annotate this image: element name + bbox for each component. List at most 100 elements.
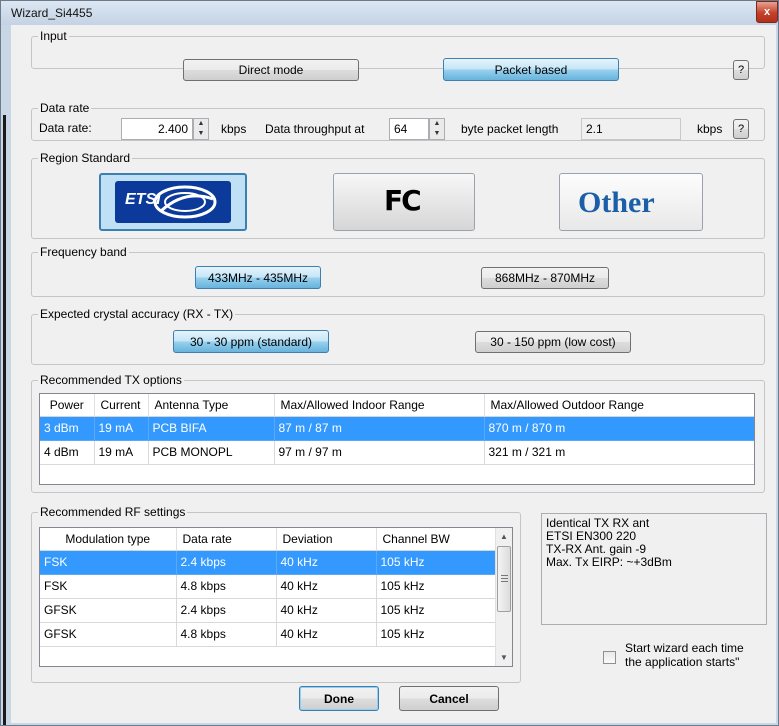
etsi-logo-icon	[115, 181, 231, 223]
close-button[interactable]: x	[756, 1, 778, 23]
rf-settings-legend: Recommended RF settings	[40, 505, 186, 519]
start-wizard-checkbox[interactable]	[603, 651, 616, 664]
table-cell: GFSK	[40, 622, 177, 647]
table-cell: 4.8 kbps	[176, 574, 277, 599]
tx-header-row: Power Current Antenna Type Max/Allowed I…	[40, 394, 754, 417]
table-row[interactable]: GFSK 2.4 kbps 40 kHz 105 kHz	[40, 598, 496, 623]
data-rate-unit: kbps	[221, 122, 247, 136]
rf-col-header[interactable]: Deviation	[276, 528, 377, 551]
input-group: Input	[31, 29, 765, 69]
window-frame: Wizard_Si4455 x Input Direct mode Packet…	[0, 0, 779, 726]
other-label: Other	[578, 186, 655, 219]
table-cell: 4 dBm	[40, 440, 95, 465]
table-cell: 97 m / 97 m	[274, 440, 485, 465]
tx-col-header[interactable]: Antenna Type	[148, 394, 275, 417]
table-row[interactable]: 4 dBm 19 mA PCB MONOPL 97 m / 97 m 321 m…	[40, 440, 754, 465]
spin-down-icon[interactable]: ▼	[430, 129, 444, 139]
close-icon: x	[763, 6, 771, 18]
tx-col-header[interactable]: Current	[94, 394, 149, 417]
rf-col-header[interactable]: Modulation type	[40, 528, 177, 551]
data-rate-legend: Data rate	[40, 101, 90, 115]
fcc-label: FC	[384, 184, 422, 217]
info-line: Max. Tx EIRP: ~+3dBm	[546, 555, 672, 569]
throughput-unit: kbps	[697, 122, 723, 136]
direct-mode-button[interactable]: Direct mode	[183, 59, 359, 81]
table-cell: PCB MONOPL	[148, 440, 275, 465]
data-rate-label: Data rate:	[39, 121, 92, 135]
table-cell: 19 mA	[94, 440, 149, 465]
scroll-thumb[interactable]	[497, 546, 511, 612]
start-wizard-line: Start wizard each time	[625, 641, 744, 655]
table-cell: 3 dBm	[40, 416, 95, 441]
fcc-region-button[interactable]: FC	[333, 173, 475, 231]
etsi-label: ETSI	[125, 191, 161, 208]
start-wizard-label[interactable]: Start wizard each time the application s…	[625, 641, 744, 669]
table-cell: 321 m / 321 m	[484, 440, 754, 465]
scroll-up-icon[interactable]: ▲	[496, 528, 512, 545]
rf-settings-list[interactable]: Modulation type Data rate Deviation Chan…	[39, 527, 513, 667]
input-legend: Input	[40, 29, 67, 43]
packet-length-label: byte packet length	[461, 122, 559, 136]
table-row[interactable]: FSK 4.8 kbps 40 kHz 105 kHz	[40, 574, 496, 599]
title-bar[interactable]: Wizard_Si4455 x	[1, 1, 778, 25]
tx-options-legend: Recommended TX options	[40, 373, 182, 387]
table-cell: FSK	[40, 574, 177, 599]
spin-up-icon[interactable]: ▲	[430, 119, 444, 129]
rf-header-row: Modulation type Data rate Deviation Chan…	[40, 528, 496, 551]
table-row[interactable]: FSK 2.4 kbps 40 kHz 105 kHz	[40, 550, 496, 575]
band-868-button[interactable]: 868MHz - 870MHz	[481, 267, 609, 289]
table-cell: 105 kHz	[376, 622, 496, 647]
other-region-button[interactable]: Other	[559, 173, 703, 231]
table-cell: 40 kHz	[276, 622, 377, 647]
rf-col-header[interactable]: Data rate	[176, 528, 277, 551]
throughput-label: Data throughput at	[265, 122, 365, 136]
region-standard-legend: Region Standard	[40, 151, 131, 165]
table-cell: 40 kHz	[276, 574, 377, 599]
data-rate-spinner[interactable]: ▲ ▼	[193, 118, 209, 140]
etsi-region-button[interactable]: ETSI	[99, 173, 247, 231]
info-box: Identical TX RX ant ETSI EN300 220 TX-RX…	[541, 513, 767, 625]
data-rate-help-button[interactable]: ?	[733, 119, 749, 139]
packet-length-spinner[interactable]: ▲ ▼	[429, 118, 445, 140]
packet-length-input[interactable]: 64	[389, 118, 429, 140]
tx-options-list[interactable]: Power Current Antenna Type Max/Allowed I…	[39, 393, 755, 485]
packet-based-button[interactable]: Packet based	[443, 58, 619, 81]
band-433-button[interactable]: 433MHz - 435MHz	[195, 266, 321, 289]
table-row[interactable]: GFSK 4.8 kbps 40 kHz 105 kHz	[40, 622, 496, 647]
table-cell: 2.4 kbps	[176, 598, 277, 623]
throughput-value: 2.1	[581, 118, 681, 140]
crystal-lowcost-button[interactable]: 30 - 150 ppm (low cost)	[475, 331, 631, 353]
start-wizard-line: the application starts"	[625, 655, 740, 669]
rf-settings-table: Modulation type Data rate Deviation Chan…	[40, 528, 496, 647]
tx-col-header[interactable]: Power	[40, 394, 95, 417]
tx-options-table: Power Current Antenna Type Max/Allowed I…	[40, 394, 754, 465]
rf-scrollbar[interactable]: ▲ ▼	[495, 528, 512, 666]
crystal-accuracy-group: Expected crystal accuracy (RX - TX)	[31, 307, 765, 365]
done-button[interactable]: Done	[299, 686, 379, 711]
table-cell: FSK	[40, 550, 177, 575]
table-cell: 2.4 kbps	[176, 550, 277, 575]
table-cell: 105 kHz	[376, 574, 496, 599]
data-rate-input[interactable]: 2.400	[121, 118, 193, 140]
crystal-standard-button[interactable]: 30 - 30 ppm (standard)	[173, 330, 329, 353]
table-row[interactable]: 3 dBm 19 mA PCB BIFA 87 m / 87 m 870 m /…	[40, 416, 754, 441]
spin-down-icon[interactable]: ▼	[194, 129, 208, 139]
input-help-button[interactable]: ?	[733, 60, 749, 80]
table-cell: GFSK	[40, 598, 177, 623]
table-cell: 19 mA	[94, 416, 149, 441]
spin-up-icon[interactable]: ▲	[194, 119, 208, 129]
tx-col-header[interactable]: Max/Allowed Indoor Range	[274, 394, 485, 417]
table-cell: 40 kHz	[276, 550, 377, 575]
window-title: Wizard_Si4455	[11, 6, 93, 20]
table-cell: 4.8 kbps	[176, 622, 277, 647]
dialog-client-area: Input Direct mode Packet based ? Data ra…	[11, 25, 776, 723]
rf-col-header[interactable]: Channel BW	[376, 528, 496, 551]
scroll-down-icon[interactable]: ▼	[496, 649, 512, 666]
left-edge-shadow	[3, 115, 6, 725]
tx-col-header[interactable]: Max/Allowed Outdoor Range	[484, 394, 754, 417]
cancel-button[interactable]: Cancel	[399, 686, 499, 711]
window-left-edge	[1, 25, 11, 725]
table-cell: 40 kHz	[276, 598, 377, 623]
table-cell: 105 kHz	[376, 598, 496, 623]
table-cell: PCB BIFA	[148, 416, 275, 441]
